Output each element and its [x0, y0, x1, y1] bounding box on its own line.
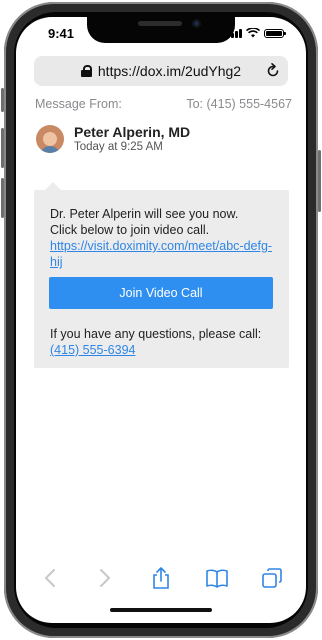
address-bar[interactable]: https://dox.im/2udYhg2 — [34, 56, 288, 86]
battery-icon — [264, 28, 286, 38]
phone-device: 9:41 https://dox.im/2udYhg2 Message From… — [0, 0, 322, 640]
questions-text: If you have any questions, please call: — [50, 327, 262, 341]
join-video-call-button[interactable]: Join Video Call — [49, 277, 273, 309]
sender-name: Peter Alperin, MD — [74, 124, 191, 140]
screen: 9:41 https://dox.im/2udYhg2 Message From… — [16, 17, 306, 623]
message-view: Message From: To: (415) 555-4567 Peter A… — [16, 95, 306, 368]
bookmarks-icon — [205, 569, 228, 588]
tabs-button[interactable] — [255, 561, 289, 595]
speaker-grille — [138, 21, 182, 26]
body-line-1: Dr. Peter Alperin will see you now. — [50, 207, 239, 221]
sent-time: Today at 9:25 AM — [74, 141, 163, 153]
url-text: https://dox.im/2udYhg2 — [97, 63, 242, 79]
bubble-pointer — [45, 182, 61, 190]
message-footer: If you have any questions, please call: … — [50, 326, 278, 358]
message-body: Dr. Peter Alperin will see you now. Clic… — [50, 206, 278, 270]
message-bubble: Dr. Peter Alperin will see you now. Clic… — [34, 182, 289, 368]
phone-link[interactable]: (415) 555-6394 — [50, 343, 135, 357]
body-line-2: Click below to join video call. — [50, 223, 210, 237]
from-label: Message From: — [35, 97, 122, 111]
status-icons — [227, 28, 286, 38]
wifi-icon — [246, 28, 260, 38]
to-label: To: (415) 555-4567 — [186, 97, 292, 111]
home-indicator[interactable] — [110, 608, 212, 612]
forward-icon — [100, 569, 111, 587]
avatar — [36, 125, 64, 153]
front-camera — [192, 19, 201, 28]
browser-toolbar — [16, 555, 306, 601]
share-button[interactable] — [144, 561, 178, 595]
bookmarks-button[interactable] — [200, 561, 234, 595]
back-button[interactable] — [33, 561, 67, 595]
back-icon — [44, 569, 55, 587]
message-header: Message From: To: (415) 555-4567 — [16, 95, 306, 113]
forward-button[interactable] — [88, 561, 122, 595]
sender-row: Peter Alperin, MD Today at 9:25 AM — [16, 124, 306, 154]
video-call-link[interactable]: https://visit.doximity.com/meet/abc-defg… — [50, 239, 272, 269]
notch — [87, 17, 235, 43]
power-button — [318, 150, 321, 212]
sender-info: Peter Alperin, MD Today at 9:25 AM — [74, 124, 190, 154]
lock-icon — [80, 65, 92, 77]
reload-icon[interactable] — [264, 62, 282, 80]
tabs-icon — [262, 568, 282, 588]
cellular-signal-icon — [227, 28, 242, 38]
status-time: 9:41 — [48, 26, 75, 41]
share-icon — [153, 567, 169, 589]
